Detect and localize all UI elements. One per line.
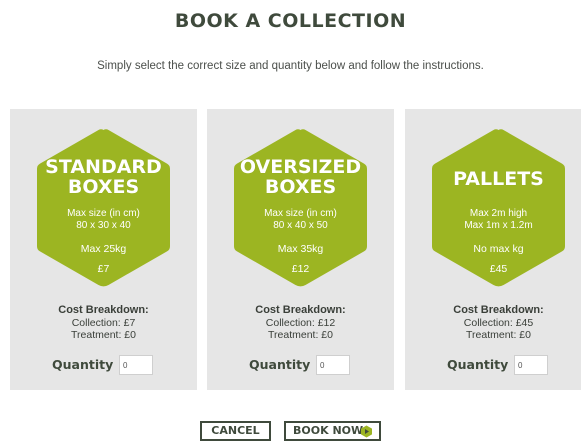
quantity-input[interactable] [119,355,153,375]
quantity-label: Quantity [447,357,509,372]
card-title-line1: PALLETS [453,168,544,190]
size-value: 80 x 30 x 40 [76,220,131,231]
cancel-button[interactable]: CANCEL [200,421,271,441]
book-now-button[interactable]: BOOK NOW [284,421,381,441]
footprint-limit: Max 1m x 1.2m [464,220,533,231]
quantity-input[interactable] [514,355,548,375]
price: £7 [97,263,110,275]
weight-limit: No max kg [473,243,524,255]
card-oversized-boxes: OVERSIZED BOXES Max size (in cm) 80 x 40… [207,109,394,390]
price: £45 [489,263,508,275]
weight-limit: Max 35kg [277,243,324,255]
hexagon-badge: STANDARD BOXES Max size (in cm) 80 x 30 … [33,126,174,289]
collection-cost: Collection: £45 [463,317,534,329]
size-label: Max size (in cm) [67,208,140,219]
play-icon [361,425,372,438]
hexagon-badge: OVERSIZED BOXES Max size (in cm) 80 x 40… [230,126,371,289]
quantity-row: Quantity [207,354,394,376]
quantity-input[interactable] [316,355,350,375]
collection-cost: Collection: £12 [265,317,336,329]
book-now-label: BOOK NOW [293,424,364,437]
collection-cost: Collection: £7 [71,317,136,329]
treatment-cost: Treatment: £0 [71,329,136,341]
card-title-line2: BOXES [67,176,140,198]
card-title: PALLETS [428,169,569,189]
treatment-cost: Treatment: £0 [466,329,531,341]
card-title-line1: OVERSIZED [239,156,362,178]
card-title: STANDARD BOXES [33,157,174,197]
page-subtitle: Simply select the correct size and quant… [97,60,484,72]
card-title-line1: STANDARD [45,156,162,178]
hexagon-badge: PALLETS Max 2m high Max 1m x 1.2m No max… [428,126,569,289]
quantity-label: Quantity [249,357,311,372]
weight-limit: Max 25kg [80,243,127,255]
card-title-line2: BOXES [264,176,337,198]
size-label: Max size (in cm) [264,208,337,219]
quantity-label: Quantity [52,357,114,372]
price: £12 [291,263,310,275]
treatment-cost: Treatment: £0 [268,329,333,341]
height-limit: Max 2m high [469,208,528,219]
cost-breakdown-heading: Cost Breakdown: [453,304,544,316]
page-title: BOOK A COLLECTION [174,10,407,32]
cost-breakdown-heading: Cost Breakdown: [58,304,149,316]
quantity-row: Quantity [405,354,581,376]
size-value: 80 x 40 x 50 [273,220,328,231]
quantity-row: Quantity [10,354,197,376]
card-standard-boxes: STANDARD BOXES Max size (in cm) 80 x 30 … [10,109,197,390]
card-pallets: PALLETS Max 2m high Max 1m x 1.2m No max… [405,109,581,390]
cost-breakdown-heading: Cost Breakdown: [255,304,346,316]
card-title: OVERSIZED BOXES [230,157,371,197]
